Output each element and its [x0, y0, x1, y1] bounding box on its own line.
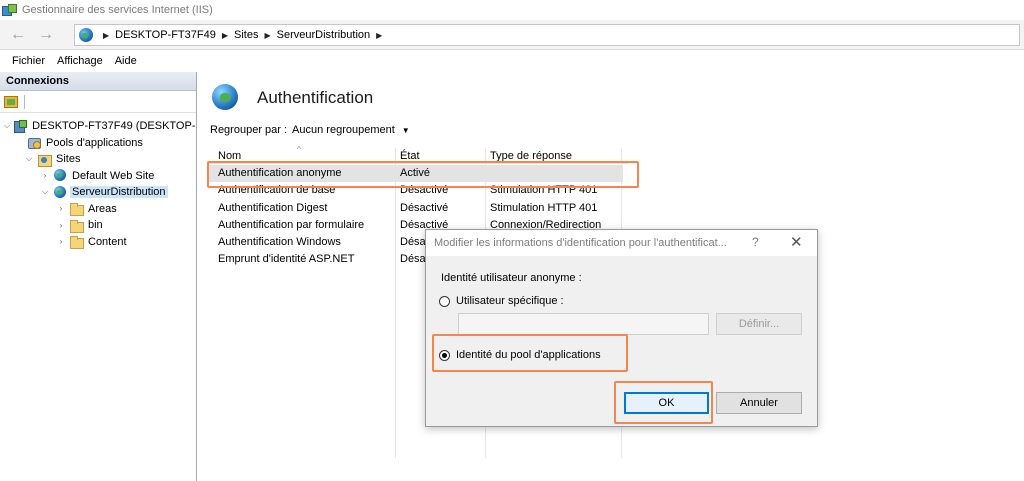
help-icon[interactable]: ? — [752, 235, 759, 249]
app-pool-icon — [27, 136, 41, 150]
connections-header: Connexions — [0, 72, 196, 91]
sort-caret-icon: ^ — [297, 145, 301, 154]
tree-item-label: Pools d'applications — [46, 136, 143, 149]
chevron-down-icon[interactable]: ⌵ — [4, 121, 10, 131]
group-by-select[interactable]: Aucun regroupement ▼ — [292, 124, 410, 136]
tree-item-content[interactable]: › Content — [0, 234, 196, 251]
group-by-value: Aucun regroupement — [292, 124, 395, 136]
dialog-title: Modifier les informations d'identificati… — [434, 237, 727, 249]
tree-item-app-pools[interactable]: Pools d'applications — [0, 135, 196, 152]
tree-item-label: ServeurDistribution — [70, 186, 168, 199]
menu-bar: Fichier Affichage Aide — [0, 51, 1024, 71]
globe-icon — [212, 84, 238, 110]
menu-aide[interactable]: Aide — [115, 55, 137, 67]
chevron-right-icon[interactable]: ▶ — [264, 31, 270, 40]
globe-icon — [79, 28, 93, 42]
chevron-right-icon[interactable]: › — [56, 204, 66, 213]
tree-item-label: bin — [88, 219, 103, 232]
highlight-selected-row — [207, 161, 639, 188]
connect-icon[interactable] — [4, 95, 18, 108]
page-title: Authentification — [257, 88, 374, 107]
specific-user-field — [458, 313, 709, 335]
highlight-ok-button — [614, 381, 713, 424]
tree-item-label: Default Web Site — [72, 169, 155, 182]
chevron-right-icon[interactable]: ▶ — [222, 31, 228, 40]
close-icon[interactable]: ✕ — [790, 233, 803, 251]
tree-item-server[interactable]: ⌵ DESKTOP-FT37F49 (DESKTOP-FT37F49\... — [0, 118, 196, 135]
address-breadcrumb[interactable]: ▶ DESKTOP-FT37F49 ▶ Sites ▶ ServeurDistr… — [74, 24, 1020, 46]
sites-icon — [37, 153, 52, 167]
menu-affichage[interactable]: Affichage — [57, 55, 103, 67]
group-by-label: Regrouper par : — [210, 124, 288, 136]
auth-state: Désactivé — [400, 201, 449, 214]
iis-app-icon — [2, 4, 17, 16]
cancel-button[interactable]: Annuler — [716, 392, 802, 414]
website-icon — [53, 169, 67, 182]
tree-item-default-web-site[interactable]: › Default Web Site — [0, 168, 196, 185]
auth-name: Emprunt d'identité ASP.NET — [218, 253, 355, 266]
auth-name: Authentification par formulaire — [218, 218, 365, 231]
tree-item-label: Content — [88, 235, 127, 248]
folder-icon — [69, 202, 84, 217]
tree-item-label: Areas — [88, 202, 117, 215]
specific-user-radio[interactable] — [439, 296, 450, 307]
chevron-down-icon[interactable]: ⌵ — [24, 154, 34, 164]
tree-item-label: Sites — [56, 153, 81, 166]
toolbar-separator — [24, 94, 25, 109]
define-button[interactable]: Définir... — [716, 313, 802, 335]
list-item[interactable]: Authentification Digest Désactivé Stimul… — [208, 200, 628, 217]
highlight-app-pool-option — [432, 334, 628, 372]
auth-name: Authentification Digest — [218, 201, 328, 214]
breadcrumb-sites[interactable]: Sites — [234, 29, 258, 41]
identity-group-label: Identité utilisateur anonyme : — [441, 272, 582, 284]
group-by-row: Regrouper par : Aucun regroupement ▼ — [210, 124, 410, 136]
menu-fichier[interactable]: Fichier — [12, 55, 45, 67]
chevron-right-icon[interactable]: ▶ — [103, 31, 109, 40]
chevron-right-icon[interactable]: ▶ — [376, 31, 382, 40]
navigation-bar: ← → ▶ DESKTOP-FT37F49 ▶ Sites ▶ ServeurD… — [0, 20, 1024, 50]
server-icon — [13, 119, 28, 133]
auth-name: Authentification Windows — [218, 236, 341, 249]
back-arrow-icon[interactable]: ← — [6, 25, 30, 45]
globe-icon — [53, 185, 67, 199]
connections-toolbar — [0, 91, 196, 113]
window-title: Gestionnaire des services Internet (IIS) — [22, 4, 213, 16]
chevron-right-icon[interactable]: › — [40, 171, 50, 180]
forward-arrow-icon[interactable]: → — [34, 25, 58, 45]
chevron-down-icon[interactable]: ⌵ — [40, 187, 50, 197]
specific-user-label[interactable]: Utilisateur spécifique : — [456, 295, 564, 307]
tree-item-label: DESKTOP-FT37F49 (DESKTOP-FT37F49\... — [32, 120, 196, 133]
tree-item-bin[interactable]: › bin — [0, 217, 196, 234]
connections-pane: Connexions ⌵ DESKTOP-FT37F49 (DESKTOP-FT… — [0, 72, 197, 481]
folder-icon — [69, 235, 84, 250]
auth-response: Stimulation HTTP 401 — [490, 201, 598, 214]
chevron-right-icon[interactable]: › — [56, 221, 66, 230]
breadcrumb-server[interactable]: DESKTOP-FT37F49 — [115, 29, 216, 41]
folder-icon — [69, 219, 84, 233]
chevron-right-icon[interactable]: › — [56, 237, 66, 246]
connections-tree: ⌵ DESKTOP-FT37F49 (DESKTOP-FT37F49\... P… — [0, 118, 196, 250]
tree-item-sites[interactable]: ⌵ Sites — [0, 151, 196, 168]
tree-item-areas[interactable]: › Areas — [0, 201, 196, 218]
tree-item-serveurdistribution[interactable]: ⌵ ServeurDistribution — [0, 184, 196, 201]
title-bar: Gestionnaire des services Internet (IIS) — [0, 0, 1024, 20]
dropdown-arrow-icon[interactable]: ▼ — [402, 126, 410, 135]
breadcrumb-site[interactable]: ServeurDistribution — [277, 29, 371, 41]
